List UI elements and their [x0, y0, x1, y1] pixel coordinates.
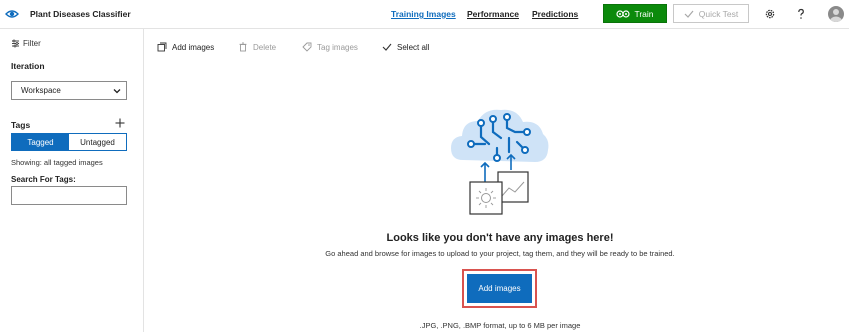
quick-test-label: Quick Test — [698, 8, 739, 19]
untagged-option[interactable]: Untagged — [69, 134, 126, 150]
select-all-button[interactable]: Select all — [382, 42, 429, 52]
question-icon[interactable] — [795, 8, 807, 20]
filter-label: Filter — [23, 39, 41, 48]
gear-icon[interactable] — [764, 8, 776, 20]
search-tags-label: Search For Tags: — [11, 175, 76, 184]
add-images-toolbar-button[interactable]: Add images — [157, 42, 214, 52]
check-icon — [382, 43, 392, 51]
select-all-label: Select all — [397, 42, 430, 52]
tag-images-label: Tag images — [317, 42, 358, 52]
add-images-button[interactable]: Add images — [467, 274, 532, 303]
delete-button[interactable]: Delete — [238, 42, 276, 52]
train-label: Train — [634, 8, 654, 19]
check-icon — [684, 10, 694, 18]
empty-state-title: Looks like you don't have any images her… — [386, 232, 614, 244]
delete-label: Delete — [253, 42, 277, 52]
tab-performance[interactable]: Performance — [467, 9, 519, 19]
add-tag-icon[interactable] — [114, 117, 126, 129]
top-bar: Plant Diseases Classifier Training Image… — [0, 0, 849, 29]
filter-icon — [12, 39, 19, 48]
showing-text: Showing: all tagged images — [11, 158, 103, 167]
format-note: .JPG, .PNG, .BMP format, up to 6 MB per … — [419, 321, 581, 330]
upload-images-illustration — [451, 109, 549, 215]
tag-mode-toggle: Tagged Untagged — [11, 133, 127, 151]
eye-logo-icon — [5, 10, 19, 18]
app-title: Plant Diseases Classifier — [30, 9, 131, 19]
iteration-dropdown[interactable]: Workspace — [11, 81, 127, 100]
tag-images-button[interactable]: Tag images — [302, 42, 358, 52]
tab-predictions[interactable]: Predictions — [532, 9, 578, 19]
empty-state-description: Go ahead and browse for images to upload… — [325, 249, 675, 258]
filter-sidebar: Filter Iteration Workspace Tags Tagged U… — [0, 29, 144, 332]
chevron-down-icon — [113, 88, 121, 93]
quick-test-button[interactable]: Quick Test — [673, 4, 749, 23]
tab-training-images[interactable]: Training Images — [391, 9, 456, 19]
iteration-label: Iteration — [11, 61, 45, 71]
gears-icon — [616, 9, 631, 18]
add-images-toolbar-label: Add images — [172, 42, 215, 52]
user-avatar[interactable] — [828, 6, 844, 22]
tags-label: Tags — [11, 120, 31, 130]
tag-icon — [302, 42, 312, 52]
tagged-option[interactable]: Tagged — [12, 134, 69, 150]
train-button[interactable]: Train — [603, 4, 667, 23]
filter-toggle[interactable]: Filter — [11, 39, 41, 48]
user-avatar-icon — [830, 9, 842, 22]
iteration-value: Workspace — [21, 86, 61, 95]
search-tags-input[interactable] — [11, 186, 127, 205]
add-image-icon — [157, 42, 167, 52]
trash-icon — [239, 42, 247, 52]
